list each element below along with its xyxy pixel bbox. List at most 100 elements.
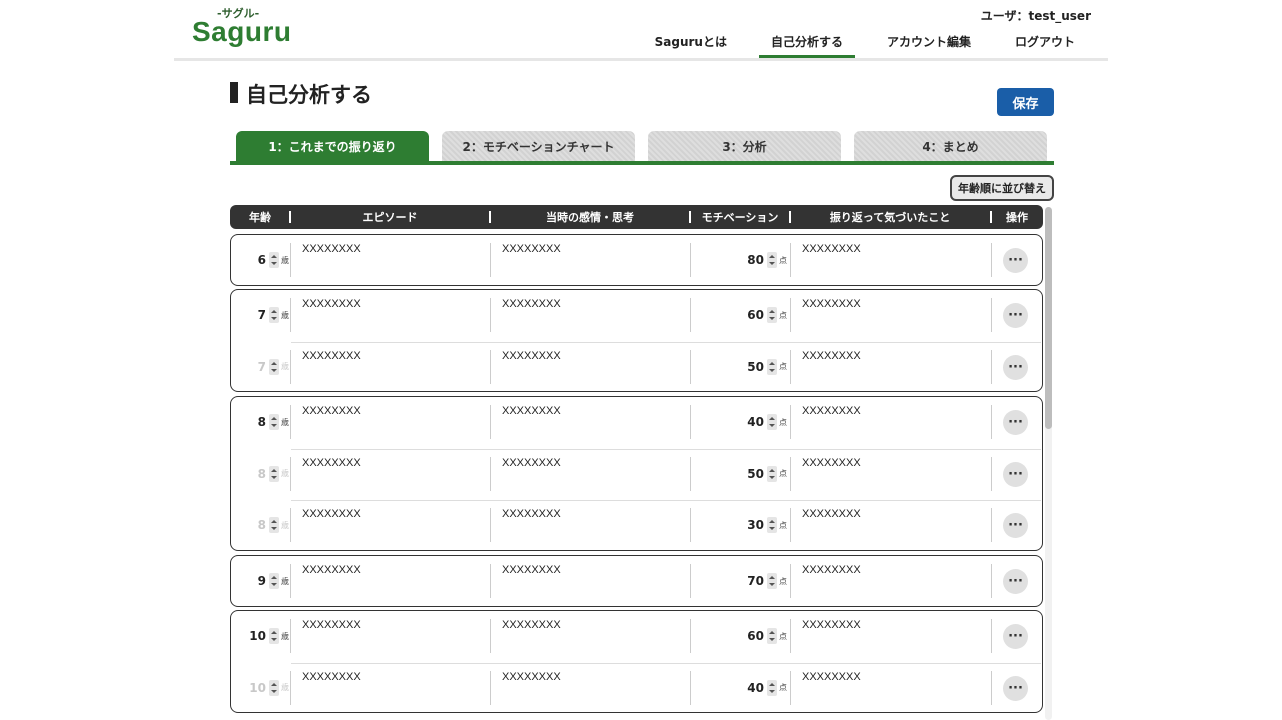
column-divider	[490, 349, 491, 384]
nav-self-analysis[interactable]: 自己分析する	[758, 32, 855, 58]
motivation-stepper[interactable]: 40 点	[731, 414, 787, 430]
more-options-button[interactable]: ···	[1003, 303, 1028, 328]
stepper-arrows-icon[interactable]	[767, 465, 777, 482]
more-options-button[interactable]: ···	[1003, 624, 1028, 649]
notice-field[interactable]: XXXXXXXX	[802, 564, 861, 576]
stepper-arrows-icon[interactable]	[269, 465, 279, 482]
episode-field[interactable]: XXXXXXXX	[302, 671, 361, 683]
age-stepper[interactable]: 8 歳	[239, 517, 289, 533]
age-stepper[interactable]: 10 歳	[239, 679, 289, 696]
more-options-button[interactable]: ···	[1003, 675, 1028, 701]
age-stepper[interactable]: 8 歳	[239, 414, 289, 430]
stepper-arrows-icon[interactable]	[767, 517, 777, 533]
feeling-field[interactable]: XXXXXXXX	[502, 350, 561, 362]
column-divider	[690, 670, 691, 705]
table-row: 9 歳 XXXXXXXX XXXXXXXX 70 点 XXXXXXXX ···	[231, 556, 1041, 607]
motivation-stepper[interactable]: 60 点	[731, 307, 787, 323]
notice-field[interactable]: XXXXXXXX	[802, 671, 861, 683]
notice-field[interactable]: XXXXXXXX	[802, 508, 861, 520]
stepper-arrows-icon[interactable]	[767, 252, 777, 268]
more-options-button[interactable]: ···	[1003, 354, 1028, 380]
motivation-value: 60	[747, 629, 764, 643]
stepper-arrows-icon[interactable]	[269, 307, 279, 323]
stepper-arrows-icon[interactable]	[269, 358, 279, 375]
column-divider	[790, 243, 791, 277]
episode-field[interactable]: XXXXXXXX	[302, 564, 361, 576]
tab-motivation-chart[interactable]: 2：モチベーションチャート	[442, 131, 635, 161]
feeling-field[interactable]: XXXXXXXX	[502, 564, 561, 576]
stepper-arrows-icon[interactable]	[767, 414, 777, 430]
episode-field[interactable]: XXXXXXXX	[302, 457, 361, 469]
nav-logout[interactable]: ログアウト	[1003, 32, 1087, 55]
episode-field[interactable]: XXXXXXXX	[302, 619, 361, 631]
age-unit: 歳	[281, 362, 289, 371]
nav-account-edit[interactable]: アカウント編集	[875, 32, 983, 55]
age-stepper[interactable]: 6 歳	[239, 252, 289, 268]
column-divider	[991, 298, 992, 332]
stepper-arrows-icon[interactable]	[269, 573, 279, 589]
stepper-arrows-icon[interactable]	[767, 628, 777, 644]
feeling-field[interactable]: XXXXXXXX	[502, 457, 561, 469]
motivation-stepper[interactable]: 50 点	[731, 358, 787, 375]
table-row: 7 歳 XXXXXXXX XXXXXXXX 60 点 XXXXXXXX ···	[231, 290, 1041, 341]
stepper-arrows-icon[interactable]	[269, 517, 279, 533]
notice-field[interactable]: XXXXXXXX	[802, 619, 861, 631]
notice-field[interactable]: XXXXXXXX	[802, 243, 861, 255]
column-divider	[790, 298, 791, 332]
motivation-stepper[interactable]: 50 点	[731, 465, 787, 482]
title-marker	[230, 82, 238, 103]
motivation-value: 40	[747, 680, 764, 695]
episode-field[interactable]: XXXXXXXX	[302, 350, 361, 362]
notice-field[interactable]: XXXXXXXX	[802, 298, 861, 310]
more-options-button[interactable]: ···	[1003, 513, 1028, 538]
age-stepper[interactable]: 10 歳	[239, 628, 289, 644]
stepper-arrows-icon[interactable]	[269, 252, 279, 268]
motivation-stepper[interactable]: 40 点	[731, 679, 787, 696]
stepper-arrows-icon[interactable]	[767, 358, 777, 375]
logo[interactable]: Saguru	[192, 16, 291, 48]
stepper-arrows-icon[interactable]	[767, 679, 777, 696]
episode-field[interactable]: XXXXXXXX	[302, 298, 361, 310]
column-divider	[991, 405, 992, 439]
more-options-button[interactable]: ···	[1003, 569, 1028, 594]
more-options-button[interactable]: ···	[1003, 410, 1028, 435]
motivation-stepper[interactable]: 70 点	[731, 573, 787, 589]
tab-summary[interactable]: 4：まとめ	[854, 131, 1047, 161]
column-divider	[490, 619, 491, 653]
stepper-arrows-icon[interactable]	[269, 628, 279, 644]
age-stepper[interactable]: 9 歳	[239, 573, 289, 589]
feeling-field[interactable]: XXXXXXXX	[502, 671, 561, 683]
episode-field[interactable]: XXXXXXXX	[302, 243, 361, 255]
save-button[interactable]: 保存	[997, 88, 1054, 116]
feeling-field[interactable]: XXXXXXXX	[502, 405, 561, 417]
stepper-arrows-icon[interactable]	[269, 679, 279, 696]
motivation-stepper[interactable]: 80 点	[731, 252, 787, 268]
feeling-field[interactable]: XXXXXXXX	[502, 243, 561, 255]
feeling-field[interactable]: XXXXXXXX	[502, 508, 561, 520]
more-options-button[interactable]: ···	[1003, 461, 1028, 487]
motivation-stepper[interactable]: 60 点	[731, 628, 787, 644]
tab-analysis[interactable]: 3：分析	[648, 131, 841, 161]
notice-field[interactable]: XXXXXXXX	[802, 405, 861, 417]
scrollbar-thumb[interactable]	[1045, 207, 1052, 429]
more-options-button[interactable]: ···	[1003, 248, 1028, 273]
stepper-arrows-icon[interactable]	[767, 573, 777, 589]
motivation-stepper[interactable]: 30 点	[731, 517, 787, 533]
episode-field[interactable]: XXXXXXXX	[302, 508, 361, 520]
age-stepper[interactable]: 7 歳	[239, 358, 289, 375]
column-divider	[490, 405, 491, 439]
sort-by-age-button[interactable]: 年齢順に並び替え	[950, 175, 1054, 201]
tab-reflection[interactable]: 1：これまでの振り返り	[236, 131, 429, 161]
notice-field[interactable]: XXXXXXXX	[802, 457, 861, 469]
episode-field[interactable]: XXXXXXXX	[302, 405, 361, 417]
stepper-arrows-icon[interactable]	[269, 414, 279, 430]
nav-about[interactable]: Saguruとは	[643, 32, 739, 55]
stepper-arrows-icon[interactable]	[767, 307, 777, 323]
notice-field[interactable]: XXXXXXXX	[802, 350, 861, 362]
age-stepper[interactable]: 8 歳	[239, 465, 289, 482]
age-stepper[interactable]: 7 歳	[239, 307, 289, 323]
feeling-field[interactable]: XXXXXXXX	[502, 619, 561, 631]
feeling-field[interactable]: XXXXXXXX	[502, 298, 561, 310]
header-motivation: モチベーション	[701, 211, 779, 224]
table-scrollbar[interactable]	[1045, 207, 1052, 720]
